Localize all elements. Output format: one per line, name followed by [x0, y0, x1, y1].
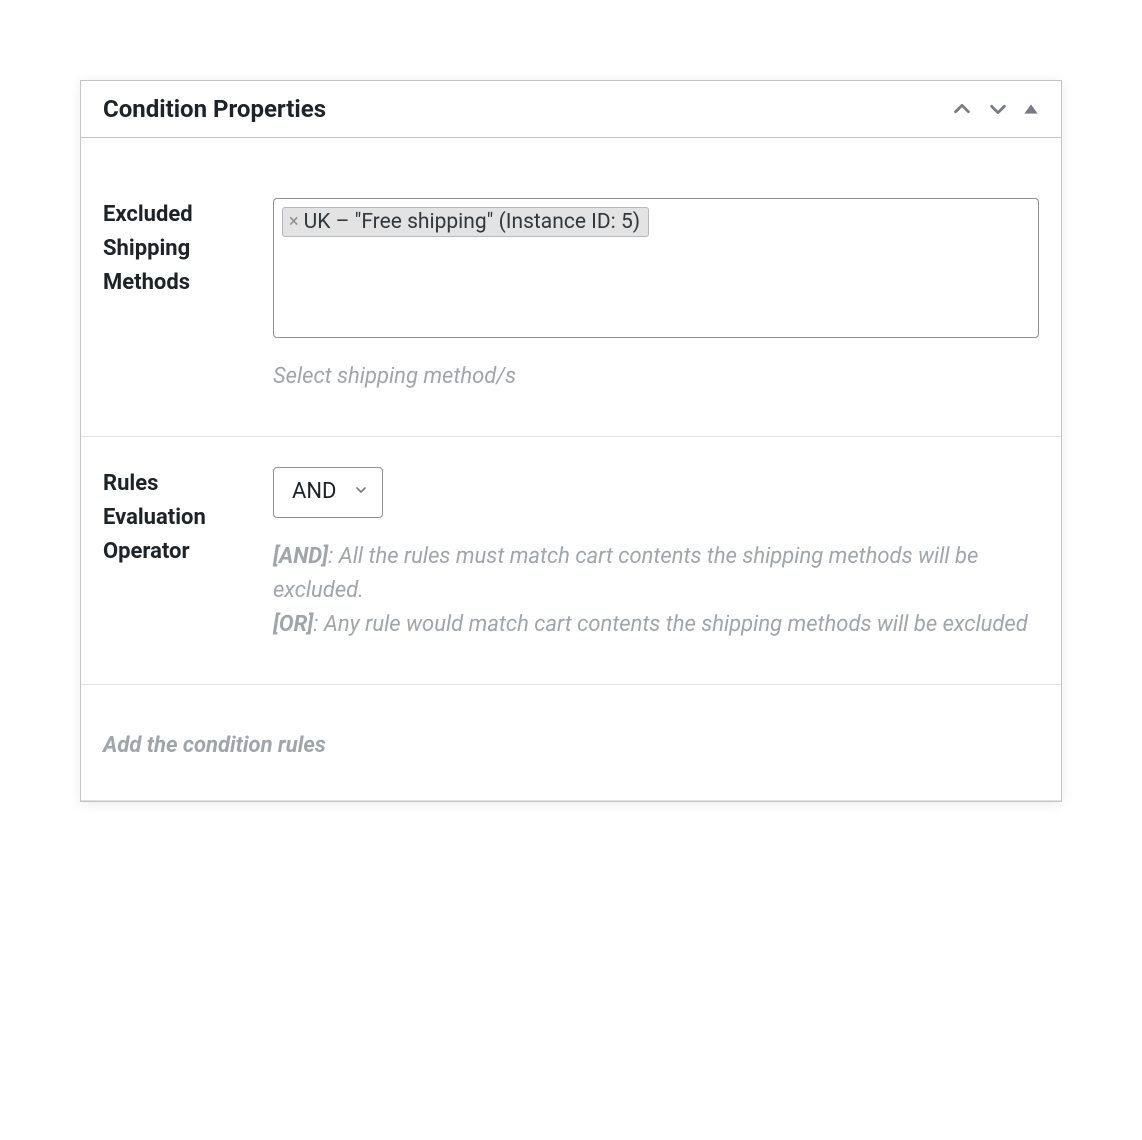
panel-actions: [951, 98, 1039, 120]
rules-operator-select-wrapper[interactable]: AND: [273, 467, 383, 518]
rules-operator-label: Rules Evaluation Operator: [103, 467, 273, 642]
rules-operator-helper: [AND]: All the rules must match cart con…: [273, 540, 1039, 642]
rules-operator-row: Rules Evaluation Operator AND [AND]: All…: [81, 437, 1061, 685]
condition-properties-panel: Condition Properties Excluded Shipping M…: [80, 80, 1062, 802]
excluded-shipping-methods-input[interactable]: × UK – "Free shipping" (Instance ID: 5): [273, 198, 1039, 338]
rules-operator-content: AND [AND]: All the rules must match cart…: [273, 467, 1039, 642]
excluded-shipping-methods-helper: Select shipping method/s: [273, 360, 1039, 394]
helper-or-prefix: [OR]: [273, 612, 313, 637]
excluded-shipping-methods-label: Excluded Shipping Methods: [103, 198, 273, 394]
panel-title: Condition Properties: [103, 95, 326, 123]
move-up-icon[interactable]: [951, 98, 973, 120]
helper-or-text: : Any rule would match cart contents the…: [313, 612, 1028, 637]
rules-operator-select[interactable]: AND: [273, 467, 383, 518]
excluded-shipping-methods-row: Excluded Shipping Methods × UK – "Free s…: [81, 168, 1061, 437]
helper-and-prefix: [AND]: [273, 544, 328, 569]
collapse-icon[interactable]: [1023, 101, 1039, 117]
tag-remove-icon[interactable]: ×: [287, 213, 301, 231]
panel-body: Excluded Shipping Methods × UK – "Free s…: [81, 138, 1061, 801]
panel-header: Condition Properties: [81, 81, 1061, 138]
shipping-method-tag[interactable]: × UK – "Free shipping" (Instance ID: 5): [282, 207, 649, 237]
add-condition-rules-text: Add the condition rules: [103, 733, 1039, 758]
helper-and-text: : All the rules must match cart contents…: [273, 544, 978, 603]
excluded-shipping-methods-content: × UK – "Free shipping" (Instance ID: 5) …: [273, 198, 1039, 394]
tag-label: UK – "Free shipping" (Instance ID: 5): [304, 210, 640, 234]
footer-section: Add the condition rules: [81, 685, 1061, 801]
move-down-icon[interactable]: [987, 98, 1009, 120]
